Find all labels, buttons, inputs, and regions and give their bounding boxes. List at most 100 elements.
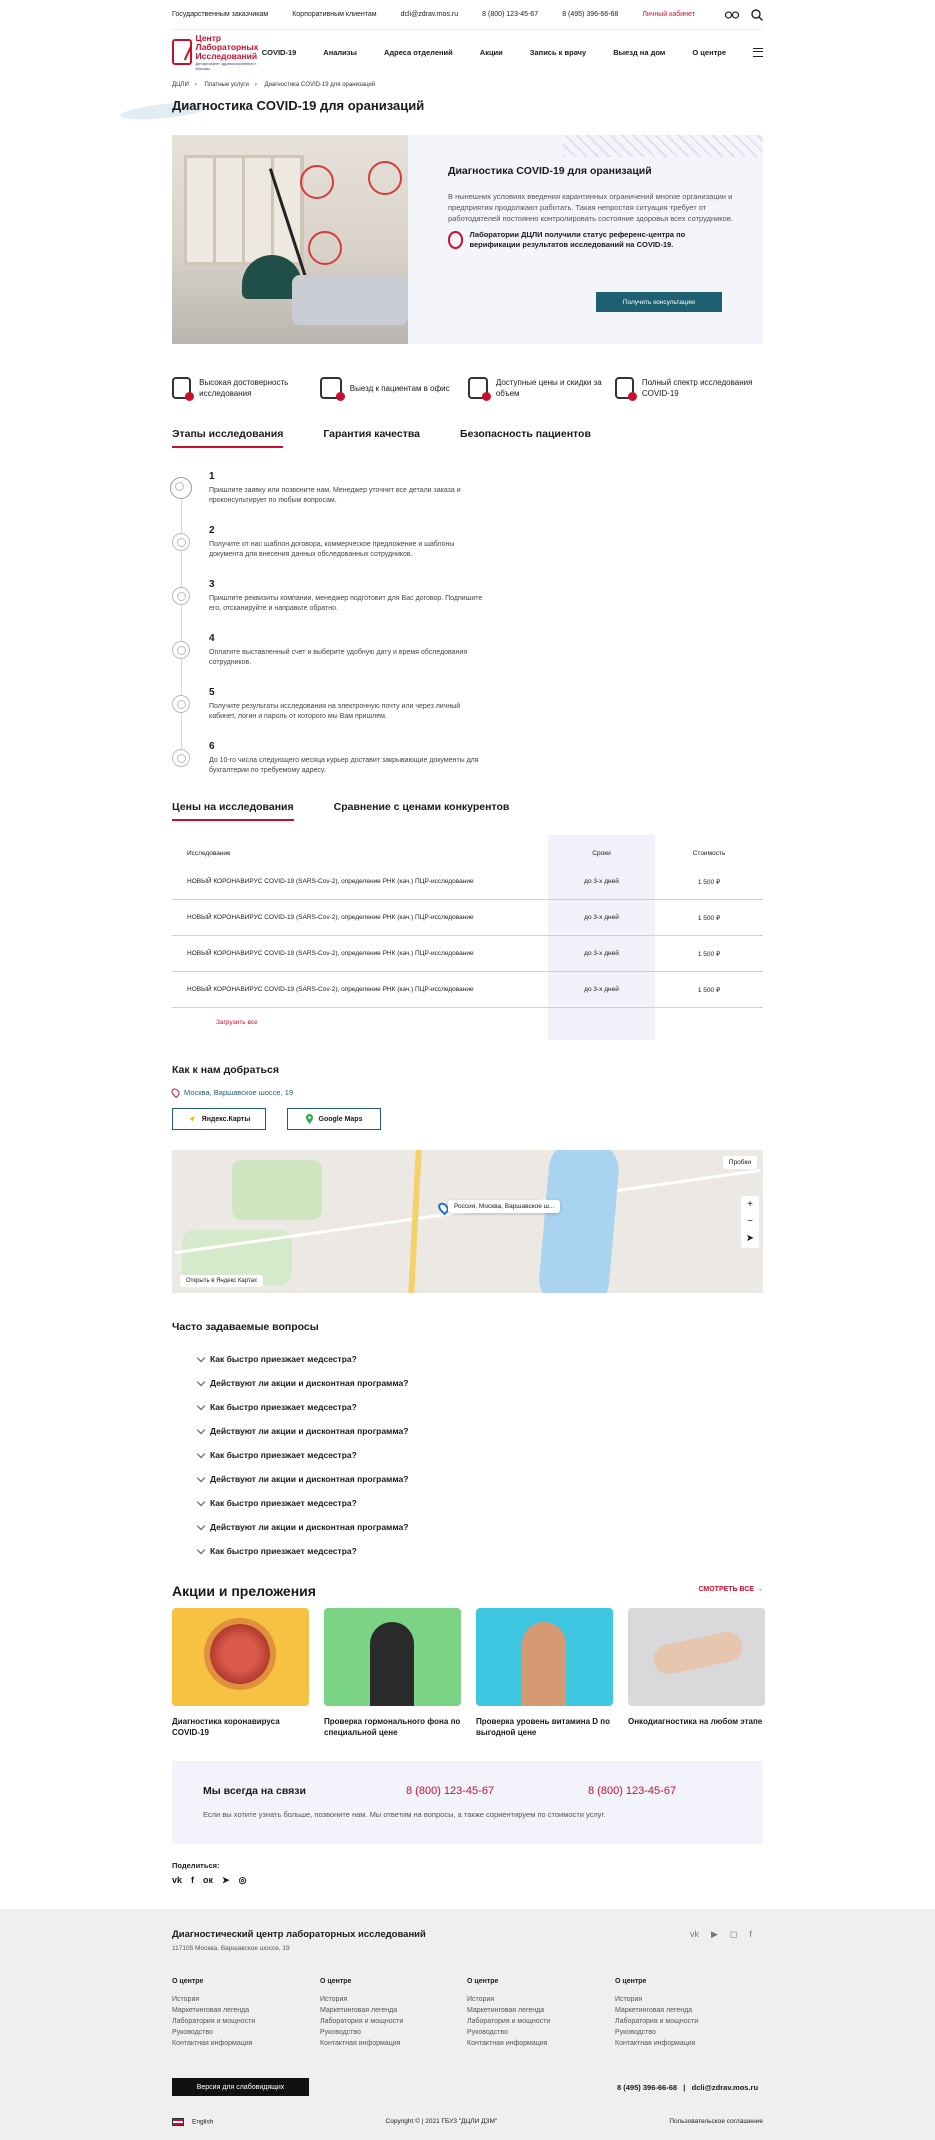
map-widget[interactable]: Россия, Москва, Варшавское ш... Пробки +… [172, 1150, 763, 1293]
faq-item[interactable]: Действуют ли акции и дисконтная программ… [196, 1425, 408, 1436]
email-link[interactable]: dcli@zdrav.mos.ru [401, 11, 459, 18]
nav-about[interactable]: О центре [692, 48, 726, 57]
location-pin-icon [169, 1086, 182, 1099]
info-tabs: Этапы исследования Гарантия качества Без… [172, 428, 631, 448]
lab-icon [172, 377, 195, 401]
promo-caption: Онкодиагностика на любом этапе [628, 1717, 763, 1726]
vk-icon[interactable]: vk [690, 1929, 699, 1940]
breadcrumb: ДЦЛИ › Платные услуги › Диагностика COVID-… [172, 82, 376, 88]
hero-badge: Лаборатории ДЦЛИ получили статус референ… [448, 230, 738, 250]
yandex-maps-button[interactable]: Яндекс.Карты [172, 1108, 266, 1130]
tab-prices[interactable]: Цены на исследования [172, 801, 294, 821]
feature-item: Высокая достоверность исследования [172, 377, 320, 401]
tab-stages[interactable]: Этапы исследования [172, 428, 284, 448]
glasses-icon[interactable] [725, 10, 739, 19]
promo-card[interactable]: Диагностика коронавируса COVID-19 [172, 1608, 309, 1738]
facebook-icon[interactable]: f [749, 1929, 752, 1940]
user-agreement-link[interactable]: Пользовательское соглашение [669, 2118, 763, 2126]
open-in-yandex-link[interactable]: Открыть в Яндекс Картах [180, 1275, 263, 1287]
google-maps-button[interactable]: Google Maps [287, 1108, 381, 1130]
uk-flag-icon [172, 2118, 184, 2126]
contact-title: Мы всегда на связи [203, 1785, 306, 1797]
contact-phone-2[interactable]: 8 (800) 123-45-67 [588, 1785, 676, 1797]
steps-line [181, 490, 182, 760]
phone-link-1[interactable]: 8 (800) 123-45-67 [482, 11, 538, 18]
table-row[interactable]: НОВЫЙ КОРОНАВИРУС COVID-19 (SARS-Cov-2),… [172, 864, 763, 900]
header: Центр Лабораторных Исследований Департам… [172, 30, 763, 74]
footer-bottom: English Copyright © | 2021 ГБУЗ "ДЦЛИ ДЗ… [172, 2118, 763, 2126]
footer: Диагностический центр лабораторных иссле… [0, 1909, 935, 2140]
corp-link[interactable]: Корпоративным клиентам [292, 11, 376, 18]
language-switch[interactable]: English [172, 2118, 213, 2126]
contact-block: Мы всегда на связи 8 (800) 123-45-67 8 (… [172, 1761, 763, 1844]
faq-item[interactable]: Действуют ли акции и дисконтная программ… [196, 1377, 408, 1388]
breadcrumb-item-home[interactable]: ДЦЛИ [172, 82, 189, 88]
address-text[interactable]: Москва, Варшавское шоссе, 19 [184, 1088, 293, 1097]
search-icon[interactable] [751, 8, 763, 21]
table-row[interactable]: НОВЫЙ КОРОНАВИРУС COVID-19 (SARS-Cov-2),… [172, 972, 763, 1008]
tab-comparison[interactable]: Сравнение с ценами конкурентов [334, 801, 510, 821]
faq-item[interactable]: Действуют ли акции и дисконтная программ… [196, 1521, 408, 1532]
table-row[interactable]: НОВЫЙ КОРОНАВИРУС COVID-19 (SARS-Cov-2),… [172, 900, 763, 936]
table-row[interactable]: НОВЫЙ КОРОНАВИРУС COVID-19 (SARS-Cov-2),… [172, 936, 763, 972]
gov-link[interactable]: Государственным заказчикам [172, 11, 268, 18]
nav-addresses[interactable]: Адреса отделений [384, 48, 453, 57]
chevron-down-icon [196, 1449, 206, 1458]
promo-caption: Проверка гормонального фона по специальн… [324, 1717, 461, 1737]
logo-mark-icon [172, 39, 192, 65]
see-all-link[interactable]: СМОТРЕТЬ ВСЕ → [698, 1586, 763, 1593]
nav-appointment[interactable]: Запись к врачу [530, 48, 586, 57]
chevron-down-icon [196, 1497, 206, 1506]
feature-item: Доступные цены и скидки за объем [467, 377, 616, 401]
whatsapp-icon[interactable]: ◎ [239, 1875, 247, 1886]
breadcrumb-item-paid[interactable]: Платные услуги [204, 82, 248, 88]
faq-item[interactable]: Как быстро приезжает медсестра? [196, 1401, 357, 1412]
tab-safety[interactable]: Безопасность пациентов [460, 428, 591, 448]
footer-phone[interactable]: 8 (495) 396-66-68 [617, 2083, 677, 2092]
faq-item[interactable]: Действуют ли акции и дисконтная программ… [196, 1473, 408, 1484]
youtube-icon[interactable]: ▶ [711, 1929, 718, 1940]
faq-item[interactable]: Как быстро приезжает медсестра? [196, 1545, 357, 1556]
step-marker-icon [172, 749, 190, 767]
nav-home-visit[interactable]: Выезд на дом [613, 48, 665, 57]
instagram-icon[interactable]: ◻ [730, 1929, 737, 1940]
logo[interactable]: Центр Лабораторных Исследований Департам… [172, 33, 262, 71]
consultation-button[interactable]: Получить консультацию [596, 292, 722, 312]
nav-promos[interactable]: Акции [480, 48, 503, 57]
top-bar: Государственным заказчикам Корпоративным… [172, 0, 763, 30]
map-marker-label[interactable]: Россия, Москва, Варшавское ш... [448, 1200, 561, 1213]
nav-covid[interactable]: COVID-19 [262, 48, 297, 57]
contact-phone-1[interactable]: 8 (800) 123-45-67 [406, 1785, 494, 1797]
telegram-icon[interactable]: ➤ [222, 1875, 230, 1886]
chevron-down-icon [196, 1473, 206, 1482]
accessibility-button[interactable]: Версия для слабовидящих [172, 2078, 309, 2096]
footer-social: vk ▶ ◻ f [690, 1929, 752, 1940]
tab-quality[interactable]: Гарантия качества [323, 428, 420, 448]
price-icon [467, 377, 492, 401]
faq-item[interactable]: Как быстро приезжает медсестра? [196, 1449, 357, 1460]
map-zoom-controls[interactable]: + − ➤ [741, 1196, 759, 1248]
promo-card[interactable]: Проверка уровень витамина D по выгодной … [476, 1608, 613, 1738]
menu-icon[interactable] [753, 47, 763, 57]
step-marker-icon [172, 695, 190, 713]
footer-contacts: 8 (495) 396-66-68 | dcli@zdrav.mos.ru [617, 2083, 759, 2092]
footer-title: Диагностический центр лабораторных иссле… [172, 1929, 426, 1940]
facebook-icon[interactable]: f [191, 1875, 194, 1886]
promo-card[interactable]: Онкодиагностика на любом этапе [628, 1608, 765, 1738]
vk-icon[interactable]: vk [172, 1875, 182, 1886]
chevron-down-icon [196, 1425, 206, 1434]
woman-photo [522, 1622, 566, 1706]
traffic-toggle[interactable]: Пробки [722, 1156, 757, 1169]
footer-email[interactable]: dcli@zdrav.mos.ru [692, 2083, 758, 2092]
woman-photo [370, 1622, 414, 1706]
phone-link-2[interactable]: 8 (495) 396-66-68 [562, 11, 618, 18]
feature-item: Выезд к пациентам в офис [319, 377, 468, 401]
hero-title: Диагностика COVID-19 для оранизаций [448, 165, 652, 177]
faq-item[interactable]: Как быстро приезжает медсестра? [196, 1353, 357, 1364]
cabinet-link[interactable]: Личный кабинет [642, 11, 695, 18]
promo-card[interactable]: Проверка гормонального фона по специальн… [324, 1608, 461, 1738]
nav-analyses[interactable]: Анализы [323, 48, 357, 57]
faq-item[interactable]: Как быстро приезжает медсестра? [196, 1497, 357, 1508]
load-more-link[interactable]: Загрузить все [216, 1019, 258, 1026]
odnoklassniki-icon[interactable]: ок [203, 1875, 213, 1886]
